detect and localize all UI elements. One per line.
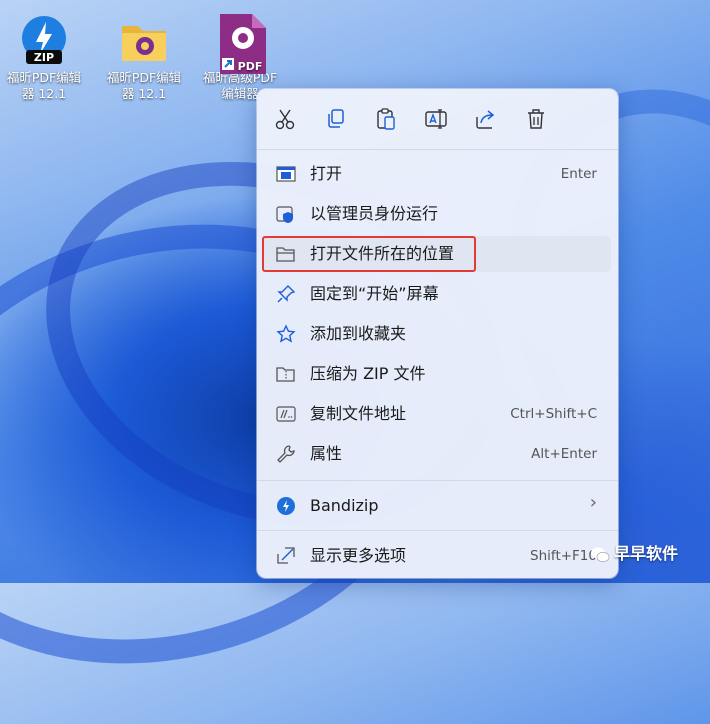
menu-item-shortcut: Enter (560, 166, 597, 182)
menu-item-label: 打开 (310, 164, 343, 183)
menu-divider (257, 480, 618, 481)
menu-item-compress-zip[interactable]: 压缩为 ZIP 文件 (262, 356, 611, 392)
menu-item-bandizip[interactable]: Bandizip › (262, 488, 611, 524)
svg-text:PDF: PDF (238, 60, 263, 73)
bandizip-icon (276, 496, 296, 516)
menu-item-label: 压缩为 ZIP 文件 (310, 364, 426, 383)
copy-icon (328, 109, 344, 128)
wechat-icon (590, 546, 610, 564)
menu-divider (257, 149, 618, 150)
menu-item-run-as-admin[interactable]: 以管理员身份运行 (262, 196, 611, 232)
paste-button[interactable] (372, 105, 400, 133)
copy-path-icon (276, 404, 296, 424)
menu-item-shortcut: Shift+F10 (530, 548, 597, 564)
highlight-box (262, 236, 476, 272)
menu-item-label: 属性 (310, 444, 343, 463)
copy-button[interactable] (322, 105, 350, 133)
menu-item-add-to-favorites[interactable]: 添加到收藏夹 (262, 316, 611, 352)
delete-button[interactable] (522, 105, 550, 133)
zip-folder-icon (276, 364, 296, 384)
delete-icon (528, 109, 544, 129)
desktop-icon-foxit-zip[interactable]: ZIP 福昕PDF编辑器 12.1 (0, 14, 88, 102)
menu-item-label: 复制文件地址 (310, 404, 407, 423)
menu-item-show-more-options[interactable]: 显示更多选项 Shift+F10 (262, 538, 611, 574)
open-icon (276, 164, 296, 184)
share-button[interactable] (472, 105, 500, 133)
desktop-icon-label: 福昕PDF编辑器 12.1 (6, 70, 82, 101)
menu-item-shortcut: Alt+Enter (531, 446, 597, 462)
paste-icon (377, 108, 395, 130)
menu-item-label: 显示更多选项 (310, 546, 407, 565)
desktop-icon-foxit-folder[interactable]: 福昕PDF编辑器 12.1 (100, 14, 188, 102)
menu-item-label: 固定到“开始”屏幕 (310, 284, 439, 303)
star-icon (276, 324, 296, 344)
watermark-text: 早早软件 (614, 544, 679, 563)
menu-item-label: 添加到收藏夹 (310, 324, 407, 343)
admin-shield-icon (276, 204, 296, 224)
menu-item-label: Bandizip (310, 496, 379, 515)
foxit-pdf-icon: PDF (214, 14, 266, 74)
menu-item-properties[interactable]: 属性 Alt+Enter (262, 436, 611, 472)
menu-item-label: 以管理员身份运行 (310, 204, 439, 223)
menu-item-pin-to-start[interactable]: 固定到“开始”屏幕 (262, 276, 611, 312)
watermark: 早早软件 (590, 540, 678, 564)
menu-item-shortcut: Ctrl+Shift+C (510, 406, 597, 422)
folder-icon (118, 14, 170, 66)
desktop-icon-label: 福昕PDF编辑器 12.1 (106, 70, 182, 101)
menu-divider (257, 530, 618, 531)
share-icon (476, 110, 495, 129)
wrench-icon (276, 444, 296, 464)
cut-icon (275, 109, 295, 130)
cut-button[interactable] (271, 105, 299, 133)
rename-button[interactable] (422, 105, 450, 133)
menu-item-open[interactable]: 打开 Enter (262, 156, 611, 192)
show-more-icon (276, 546, 296, 566)
svg-text:ZIP: ZIP (34, 51, 54, 64)
foxit-zip-icon: ZIP (18, 14, 70, 66)
chevron-right-icon: › (589, 492, 597, 513)
context-menu: 打开 Enter 以管理员身份运行 打开文件所在的位置 固定到“开始”屏幕 添加… (257, 89, 618, 578)
menu-item-copy-path[interactable]: 复制文件地址 Ctrl+Shift+C (262, 396, 611, 432)
context-menu-toolbar (257, 89, 618, 149)
rename-icon (425, 109, 447, 129)
pin-icon (276, 284, 296, 304)
